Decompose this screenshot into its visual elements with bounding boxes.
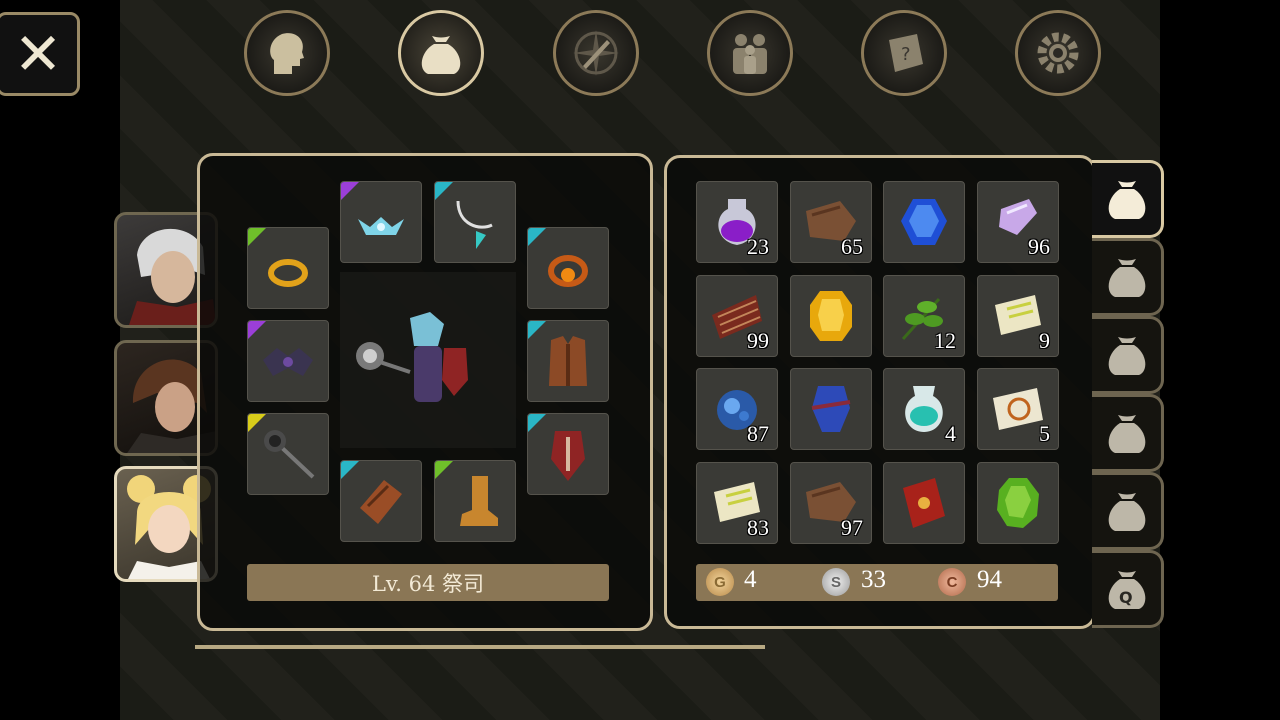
top-nav: ? [0,10,1280,100]
item-quantity: 12 [934,328,956,353]
people-icon [733,34,767,74]
inventory-slot[interactable]: 5 [977,368,1059,450]
equip-slot-hands[interactable] [340,460,422,542]
item-quantity: 99 [747,328,769,353]
equip-slot-offhand[interactable] [527,413,609,495]
equip-slot-shoulders[interactable] [247,320,329,402]
gear-icon [1037,32,1079,74]
sword-compass-icon [573,30,619,76]
bag-icon [1108,259,1145,297]
quest-bag-icon: Q [1108,571,1145,609]
item-quantity: 87 [747,421,769,446]
left-letterbox [0,0,120,720]
priest-sprite [356,312,468,402]
bag-tab-quest[interactable]: Q [1092,550,1164,628]
inventory-slot[interactable]: 87 [696,368,778,450]
item-quantity: 5 [1039,421,1050,446]
mace-icon [264,430,315,479]
tiara-icon [358,217,404,235]
leather-armor-icon [549,336,587,386]
emerald-gem-icon [997,478,1039,528]
head-icon [270,33,304,74]
equip-slot-ring-left[interactable] [247,227,329,309]
bag-icon [1108,181,1145,219]
boot-icon [460,476,498,526]
inventory-slot[interactable]: 4 [883,368,965,450]
gauntlet-icon [360,480,402,524]
bag-icon [421,36,461,74]
inventory-slot[interactable]: 12 [883,275,965,357]
tab-settings[interactable] [1015,10,1101,96]
inventory-slot[interactable]: 65 [790,181,872,263]
blue-cloth-icon [811,386,851,432]
inventory-slot[interactable]: 96 [977,181,1059,263]
blue-gem-icon [901,199,947,245]
tab-quests[interactable]: ? [861,10,947,96]
item-quantity: 4 [945,421,956,446]
copper-amount: 94 [977,566,1002,593]
bag-icon [1108,493,1145,531]
level-class-label: Lv. 64 祭司 [247,564,609,601]
bag-tab-3[interactable] [1092,316,1164,394]
inventory-slot[interactable] [883,462,965,544]
gold-amount: 4 [744,566,757,593]
bag-tab-4[interactable] [1092,394,1164,472]
inventory-slot[interactable] [790,368,872,450]
copper-coin-icon: C [938,568,966,596]
bag-icon [1108,415,1145,453]
item-quantity: 65 [841,234,863,259]
red-book-icon [903,478,945,528]
topaz-gem-icon [810,291,852,341]
inventory-slot[interactable]: 97 [790,462,872,544]
item-quantity: 9 [1039,328,1050,353]
tab-inventory[interactable] [398,10,484,96]
tab-skills[interactable] [553,10,639,96]
silver-coin-icon: S [822,568,850,596]
inventory-slot[interactable] [790,275,872,357]
equip-slot-ring-right[interactable] [527,227,609,309]
gold-ring-icon [268,259,308,287]
bottom-divider [195,645,765,649]
inventory-slot[interactable]: 23 [696,181,778,263]
right-letterbox [1160,0,1280,720]
character-preview [340,272,516,448]
bag-tab-5[interactable] [1092,472,1164,550]
currency-bar: G 4 S 33 C 94 [696,564,1058,601]
quest-tab-label: Q [1119,588,1133,607]
tab-party[interactable] [707,10,793,96]
bag-tab-2[interactable] [1092,238,1164,316]
inventory-slot[interactable]: 83 [696,462,778,544]
equip-slot-head[interactable] [340,181,422,263]
inventory-slot[interactable] [883,181,965,263]
item-quantity: 83 [747,515,769,540]
item-quantity: 23 [747,234,769,259]
scroll-question-icon: ? [889,34,923,72]
bag-icon [1108,337,1145,375]
shield-icon [551,431,585,481]
equip-slot-feet[interactable] [434,460,516,542]
tab-character[interactable] [244,10,330,96]
ruby-ring-icon [548,255,588,287]
equip-slot-neck[interactable] [434,181,516,263]
dark-pauldron-icon [263,348,313,376]
necklace-icon [456,200,493,249]
silver-amount: 33 [861,566,886,593]
gold-coin-icon: G [706,568,734,596]
inventory-slot[interactable]: 99 [696,275,778,357]
bag-tab-1[interactable] [1092,160,1164,238]
item-quantity: 96 [1028,234,1050,259]
equip-slot-weapon[interactable] [247,413,329,495]
inventory-slot[interactable]: 9 [977,275,1059,357]
equip-slot-body[interactable] [527,320,609,402]
svg-text:?: ? [901,44,911,65]
inventory-slot[interactable] [977,462,1059,544]
item-quantity: 97 [841,515,863,540]
